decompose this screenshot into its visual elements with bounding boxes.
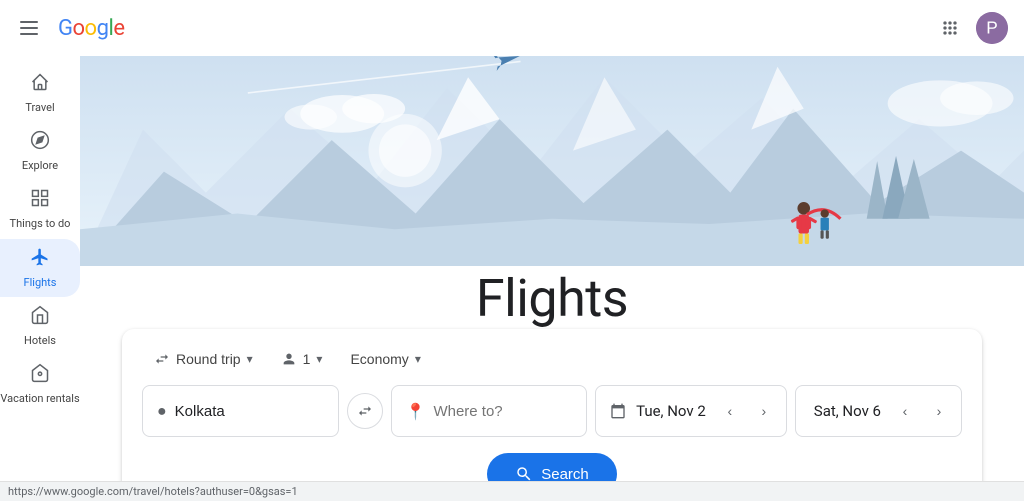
return-prev-button[interactable]: ‹	[891, 397, 919, 425]
search-button[interactable]: Search	[487, 453, 617, 481]
travel-icon	[30, 72, 50, 97]
depart-date-field[interactable]: Tue, Nov 2 ‹ ›	[595, 385, 787, 437]
hero-banner	[80, 56, 1024, 266]
origin-icon: ●	[157, 401, 167, 421]
avatar[interactable]: P	[976, 12, 1008, 44]
origin-field[interactable]: ●	[142, 385, 339, 437]
passengers-label: 1	[303, 351, 311, 367]
hero-illustration	[80, 56, 1024, 266]
depart-prev-button[interactable]: ‹	[716, 397, 744, 425]
return-date-text: Sat, Nov 6	[810, 402, 885, 420]
topbar-left: Google	[16, 16, 124, 41]
passengers-button[interactable]: 1 ▾	[269, 345, 335, 373]
cabin-class-button[interactable]: Economy ▾	[338, 345, 432, 373]
topbar: Google P	[0, 0, 1024, 56]
google-logo: Google	[58, 16, 124, 41]
swap-button[interactable]	[347, 393, 383, 429]
flights-icon	[30, 247, 50, 272]
depart-next-button[interactable]: ›	[750, 397, 778, 425]
cabin-class-chevron: ▾	[415, 352, 421, 366]
sidebar-label-travel: Travel	[25, 101, 54, 114]
return-date-field[interactable]: Sat, Nov 6 ‹ ›	[795, 385, 962, 437]
passengers-chevron: ▾	[316, 352, 322, 366]
page-title: Flights	[80, 268, 1024, 329]
sidebar-item-flights[interactable]: Flights	[0, 239, 80, 297]
trip-type-button[interactable]: Round trip ▾	[142, 345, 265, 373]
vacation-rentals-icon	[30, 363, 50, 388]
return-next-button[interactable]: ›	[925, 397, 953, 425]
menu-button[interactable]	[16, 17, 42, 39]
sidebar-label-vacation-rentals: Vacation rentals	[0, 392, 79, 405]
content-area: Flights Round trip ▾ 1 ▾	[80, 56, 1024, 481]
search-fields: ● 📍 Tue, Nov 2 ‹ ›	[142, 385, 962, 437]
search-btn-wrap: Search	[142, 453, 962, 481]
svg-text:P: P	[986, 17, 998, 37]
topbar-right: P	[932, 10, 1008, 46]
search-options: Round trip ▾ 1 ▾ Economy ▾	[142, 345, 962, 373]
sidebar-label-hotels: Hotels	[24, 334, 56, 347]
sidebar-item-hotels[interactable]: Hotels	[0, 297, 80, 355]
sidebar-item-explore[interactable]: Explore	[0, 122, 80, 180]
depart-date-text: Tue, Nov 2	[632, 402, 710, 420]
things-to-do-icon	[30, 188, 50, 213]
cabin-class-label: Economy	[350, 351, 408, 367]
status-url: https://www.google.com/travel/hotels?aut…	[8, 485, 298, 498]
sidebar: Travel Explore Things to do Flights Hote…	[0, 56, 80, 481]
destination-input[interactable]	[433, 403, 572, 420]
sidebar-label-flights: Flights	[24, 276, 57, 289]
sidebar-item-vacation-rentals[interactable]: Vacation rentals	[0, 355, 80, 413]
sidebar-label-things-to-do: Things to do	[10, 217, 71, 230]
destination-icon: 📍	[406, 402, 426, 421]
trip-type-chevron: ▾	[247, 352, 253, 366]
search-box: Round trip ▾ 1 ▾ Economy ▾	[122, 329, 982, 481]
apps-grid-button[interactable]	[932, 10, 968, 46]
main-content: Travel Explore Things to do Flights Hote…	[0, 56, 1024, 481]
search-section: Round trip ▾ 1 ▾ Economy ▾	[80, 329, 1024, 481]
explore-icon	[30, 130, 50, 155]
sidebar-item-things-to-do[interactable]: Things to do	[0, 180, 80, 238]
sidebar-item-travel[interactable]: Travel	[0, 64, 80, 122]
page-title-section: Flights	[80, 278, 1024, 329]
origin-input[interactable]	[175, 403, 324, 420]
search-button-label: Search	[541, 466, 589, 482]
hotels-icon	[30, 305, 50, 330]
trip-type-label: Round trip	[176, 351, 241, 367]
destination-field[interactable]: 📍	[391, 385, 588, 437]
sidebar-label-explore: Explore	[22, 159, 58, 172]
status-bar: https://www.google.com/travel/hotels?aut…	[0, 481, 1024, 501]
